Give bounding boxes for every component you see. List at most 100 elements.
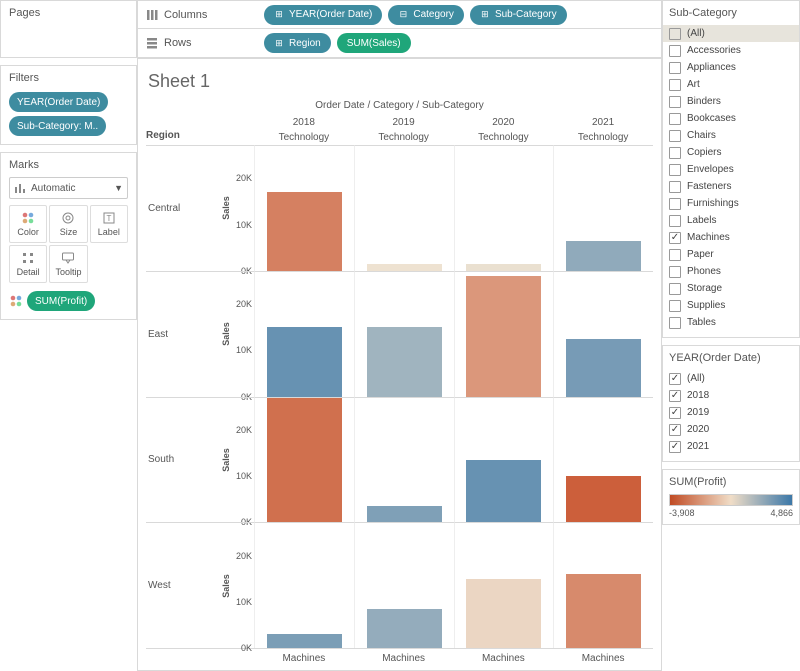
chart-cell[interactable] [254, 522, 354, 648]
chart-cell[interactable] [454, 145, 554, 271]
chart-cell[interactable] [454, 522, 554, 648]
bar-mark[interactable] [367, 264, 442, 271]
filter-checkbox-row[interactable]: Machines [669, 229, 793, 246]
column-footer-subcategory[interactable]: Machines [553, 649, 653, 666]
checkbox[interactable] [669, 28, 681, 40]
marks-detail-button[interactable]: Detail [9, 245, 47, 283]
filter-checkbox-row[interactable]: Supplies [669, 297, 793, 314]
bar-mark[interactable] [566, 476, 641, 522]
checkbox[interactable] [669, 424, 681, 436]
filter-checkbox-row[interactable]: 2021 [669, 438, 793, 455]
checkbox[interactable] [669, 232, 681, 244]
bar-mark[interactable] [267, 192, 342, 271]
marks-size-button[interactable]: Size [49, 205, 87, 243]
checkbox[interactable] [669, 79, 681, 91]
bar-mark[interactable] [566, 574, 641, 648]
checkbox[interactable] [669, 164, 681, 176]
checkbox[interactable] [669, 249, 681, 261]
column-header-year[interactable]: 2020 [454, 115, 554, 130]
bar-mark[interactable] [466, 460, 541, 522]
column-header-year[interactable]: 2019 [354, 115, 454, 130]
shelf-pill[interactable]: ⊟Category [388, 5, 464, 25]
bar-mark[interactable] [566, 339, 641, 397]
row-header-region[interactable]: West [146, 522, 216, 648]
chart-cell[interactable] [354, 145, 454, 271]
filter-checkbox-row[interactable]: Storage [669, 280, 793, 297]
bar-mark[interactable] [367, 609, 442, 648]
filters-shelf[interactable]: Filters YEAR(Order Date)Sub-Category: M.… [0, 65, 137, 145]
shelf-pill[interactable]: ⊞Region [264, 33, 331, 53]
y-axis[interactable]: Sales0K10K20K [216, 271, 254, 397]
color-legend-gradient[interactable] [669, 494, 793, 506]
filter-pill[interactable]: YEAR(Order Date) [9, 92, 108, 112]
checkbox[interactable] [669, 96, 681, 108]
filter-checkbox-row[interactable]: Labels [669, 212, 793, 229]
chart-cell[interactable] [354, 397, 454, 523]
chart-cell[interactable] [354, 522, 454, 648]
filter-checkbox-row[interactable]: (All) [663, 25, 799, 42]
filter-checkbox-row[interactable]: Phones [669, 263, 793, 280]
chart-cell[interactable] [254, 397, 354, 523]
column-footer-subcategory[interactable]: Machines [354, 649, 454, 666]
shelf-pill[interactable]: SUM(Sales) [337, 33, 411, 53]
row-header-region[interactable]: East [146, 271, 216, 397]
filter-checkbox-row[interactable]: Copiers [669, 144, 793, 161]
checkbox[interactable] [669, 45, 681, 57]
y-axis[interactable]: Sales0K10K20K [216, 522, 254, 648]
marks-tooltip-button[interactable]: Tooltip [49, 245, 87, 283]
filter-checkbox-row[interactable]: Fasteners [669, 178, 793, 195]
chart-cell[interactable] [454, 397, 554, 523]
shelf-pill[interactable]: ⊞Sub-Category [470, 5, 567, 25]
filter-checkbox-row[interactable]: Paper [669, 246, 793, 263]
filter-checkbox-row[interactable]: Envelopes [669, 161, 793, 178]
filter-checkbox-row[interactable]: 2019 [669, 404, 793, 421]
checkbox[interactable] [669, 181, 681, 193]
marks-type-select[interactable]: Automatic ▼ [9, 177, 128, 199]
column-header-year[interactable]: 2021 [553, 115, 653, 130]
checkbox[interactable] [669, 215, 681, 227]
column-header-category[interactable]: Technology [254, 130, 354, 145]
bar-mark[interactable] [367, 506, 442, 522]
bar-mark[interactable] [466, 276, 541, 396]
filter-checkbox-row[interactable]: 2018 [669, 387, 793, 404]
bar-mark[interactable] [267, 398, 342, 523]
checkbox[interactable] [669, 390, 681, 402]
checkbox[interactable] [669, 147, 681, 159]
checkbox[interactable] [669, 283, 681, 295]
row-header-region[interactable]: South [146, 397, 216, 523]
chart-cell[interactable] [254, 145, 354, 271]
checkbox[interactable] [669, 441, 681, 453]
bar-mark[interactable] [466, 579, 541, 648]
pages-shelf[interactable]: Pages [0, 0, 137, 58]
marks-profit-pill-row[interactable]: SUM(Profit) [9, 289, 128, 313]
chart-cell[interactable] [553, 397, 653, 523]
marks-label-button[interactable]: T Label [90, 205, 128, 243]
bar-mark[interactable] [466, 264, 541, 271]
filter-checkbox-row[interactable]: Bookcases [669, 110, 793, 127]
checkbox[interactable] [669, 198, 681, 210]
chart-cell[interactable] [454, 271, 554, 397]
row-header-region[interactable]: Central [146, 145, 216, 271]
filter-checkbox-row[interactable]: Binders [669, 93, 793, 110]
column-header-category[interactable]: Technology [354, 130, 454, 145]
column-header-category[interactable]: Technology [553, 130, 653, 145]
filter-checkbox-row[interactable]: (All) [669, 370, 793, 387]
filter-checkbox-row[interactable]: Art [669, 76, 793, 93]
bar-mark[interactable] [566, 241, 641, 271]
checkbox[interactable] [669, 373, 681, 385]
y-axis[interactable]: Sales0K10K20K [216, 145, 254, 271]
checkbox[interactable] [669, 62, 681, 74]
filter-checkbox-row[interactable]: 2020 [669, 421, 793, 438]
checkbox[interactable] [669, 300, 681, 312]
column-footer-subcategory[interactable]: Machines [254, 649, 354, 666]
checkbox[interactable] [669, 407, 681, 419]
columns-shelf[interactable]: Columns ⊞YEAR(Order Date)⊟Category⊞Sub-C… [137, 0, 662, 29]
filter-checkbox-row[interactable]: Appliances [669, 59, 793, 76]
y-axis[interactable]: Sales0K10K20K [216, 397, 254, 523]
filter-checkbox-row[interactable]: Accessories [669, 42, 793, 59]
checkbox[interactable] [669, 113, 681, 125]
rows-shelf[interactable]: Rows ⊞RegionSUM(Sales) [137, 29, 662, 58]
checkbox[interactable] [669, 266, 681, 278]
viz-canvas[interactable]: Sheet 1 Order Date / Category / Sub-Cate… [137, 59, 662, 671]
column-footer-subcategory[interactable]: Machines [454, 649, 554, 666]
